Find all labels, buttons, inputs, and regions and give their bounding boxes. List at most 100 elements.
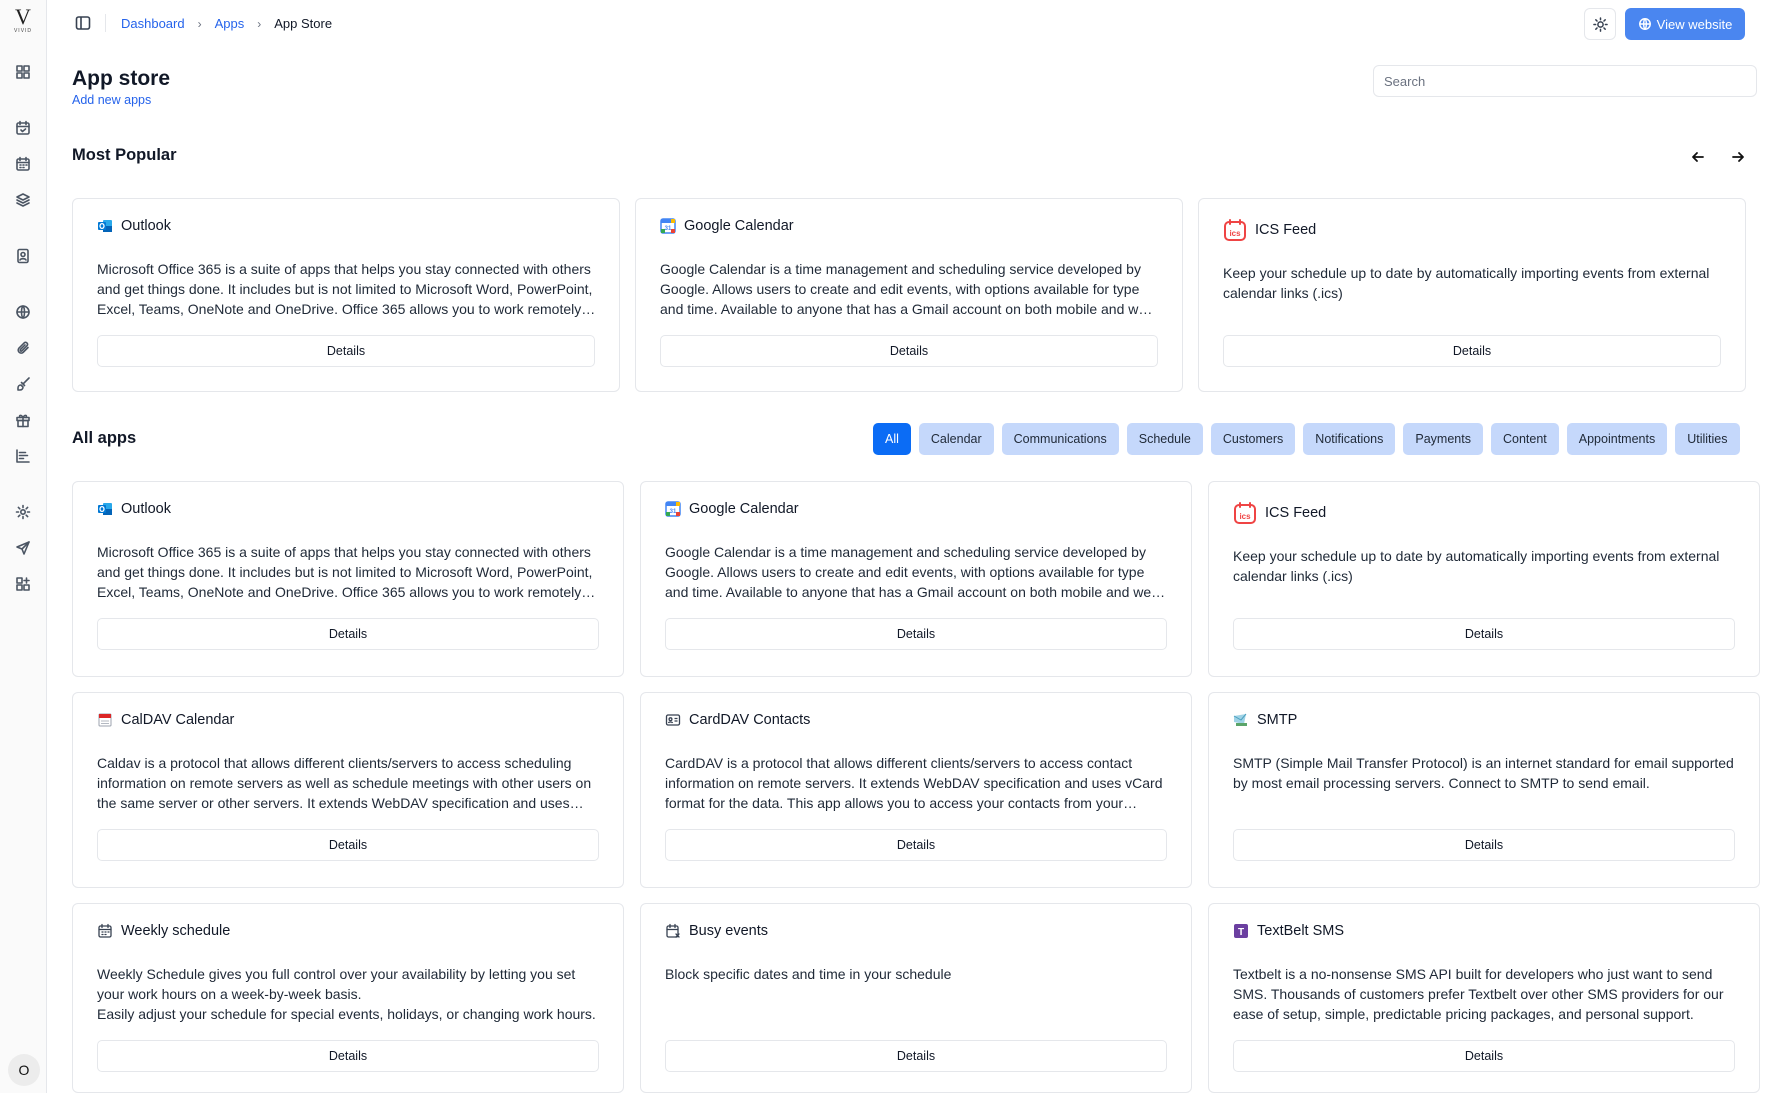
details-button[interactable]: Details xyxy=(1233,618,1735,650)
sidebar: V VIVID O xyxy=(0,0,47,1093)
app-name: ICS Feed xyxy=(1255,222,1317,238)
chart-bars-icon[interactable] xyxy=(14,447,32,465)
calendar-icon[interactable] xyxy=(14,155,32,173)
filter-chip-calendar[interactable]: Calendar xyxy=(918,423,994,455)
app-card-header: Outlook xyxy=(97,218,171,234)
app-name: CalDAV Calendar xyxy=(121,712,235,728)
app-description: Microsoft Office 365 is a suite of apps … xyxy=(97,544,593,600)
details-button[interactable]: Details xyxy=(665,1040,1167,1072)
page-title: App store xyxy=(72,67,171,90)
contact-book-icon[interactable] xyxy=(14,247,32,265)
details-button[interactable]: Details xyxy=(660,335,1158,367)
calendar-check-icon[interactable] xyxy=(14,119,32,137)
breadcrumb-dashboard[interactable]: Dashboard xyxy=(121,16,185,31)
sun-icon xyxy=(1592,16,1608,32)
app-description: Caldav is a protocol that allows differe… xyxy=(97,755,592,811)
app-name: CardDAV Contacts xyxy=(689,712,811,728)
send-icon[interactable] xyxy=(14,539,32,557)
theme-toggle-button[interactable] xyxy=(1584,8,1616,40)
settings-icon[interactable] xyxy=(14,503,32,521)
app-card[interactable]: T TextBelt SMS Textbelt is a no-nonsense S… xyxy=(1208,903,1760,1093)
svg-text:ics: ics xyxy=(1229,229,1241,238)
details-button[interactable]: Details xyxy=(665,829,1167,861)
globe-icon[interactable] xyxy=(14,303,32,321)
layers-icon[interactable] xyxy=(14,191,32,209)
paperclip-icon[interactable] xyxy=(14,339,32,357)
app-card[interactable]: 31 Google Calendar Google Calendar is a ti… xyxy=(640,481,1192,677)
app-description: Block specific dates and time in your sc… xyxy=(665,966,952,982)
app-description: Textbelt is a no-nonsense SMS API built … xyxy=(1233,966,1724,1022)
chevron-right-icon: › xyxy=(257,16,262,31)
arrow-left-icon[interactable] xyxy=(1688,147,1708,167)
app-name: Outlook xyxy=(121,501,171,517)
app-card[interactable]: Weekly schedule Weekly Schedule gives you… xyxy=(72,903,624,1093)
details-button[interactable]: Details xyxy=(1233,829,1735,861)
textbelt-icon: T xyxy=(1233,923,1249,939)
app-card[interactable]: CalDAV Calendar Caldav is a protocol that… xyxy=(72,692,624,888)
app-card[interactable]: ics ICS Feed Keep your schedule up to date… xyxy=(1208,481,1760,677)
apps-icon[interactable] xyxy=(14,575,32,593)
app-card[interactable]: Outlook Microsoft Office 365 is a suite o… xyxy=(72,198,620,392)
filter-chip-customers[interactable]: Customers xyxy=(1210,423,1296,455)
gift-icon[interactable] xyxy=(14,411,32,429)
app-card[interactable]: Busy events Block specific dates and time… xyxy=(640,903,1192,1093)
app-card[interactable]: 31 Google Calendar Google Calendar is a ti… xyxy=(635,198,1183,392)
app-card-header: SMTP xyxy=(1233,712,1297,728)
details-button[interactable]: Details xyxy=(97,1040,599,1072)
outlook-icon xyxy=(97,501,113,517)
app-card[interactable]: CardDAV Contacts CardDAV is a protocol th… xyxy=(640,692,1192,888)
app-card-header: T TextBelt SMS xyxy=(1233,923,1344,939)
details-button[interactable]: Details xyxy=(1223,335,1721,367)
google-calendar-icon: 31 xyxy=(660,218,676,234)
app-card[interactable]: Outlook Microsoft Office 365 is a suite o… xyxy=(72,481,624,677)
page-subtitle: Add new apps xyxy=(72,93,152,107)
outlook-icon xyxy=(97,218,113,234)
breadcrumb-apps[interactable]: Apps xyxy=(215,16,245,31)
app-name: ICS Feed xyxy=(1265,505,1327,521)
smtp-icon xyxy=(1233,712,1249,728)
details-button[interactable]: Details xyxy=(97,829,599,861)
search-input[interactable] xyxy=(1373,65,1757,97)
filter-chip-communications[interactable]: Communications xyxy=(1001,423,1119,455)
weekly-schedule-icon xyxy=(97,923,113,939)
details-button[interactable]: Details xyxy=(97,618,599,650)
chevron-right-icon: › xyxy=(197,16,202,31)
app-card-header: CardDAV Contacts xyxy=(665,712,810,728)
ics-feed-icon: ics xyxy=(1223,218,1247,242)
filter-chip-payments[interactable]: Payments xyxy=(1403,423,1483,455)
caldav-icon xyxy=(97,712,113,728)
most-popular-title: Most Popular xyxy=(72,146,177,164)
avatar[interactable]: O xyxy=(8,1054,40,1086)
sidebar-toggle-icon[interactable] xyxy=(75,15,91,31)
logo[interactable]: V VIVID xyxy=(10,6,36,38)
breadcrumb: Dashboard › Apps › App Store xyxy=(121,16,332,31)
details-button[interactable]: Details xyxy=(97,335,595,367)
filter-chip-schedule[interactable]: Schedule xyxy=(1126,423,1203,455)
app-card-header: 31 Google Calendar xyxy=(660,218,794,234)
app-description: Keep your schedule up to date by automat… xyxy=(1233,548,1720,584)
details-button[interactable]: Details xyxy=(1233,1040,1735,1072)
filter-chip-appointments[interactable]: Appointments xyxy=(1566,423,1668,455)
category-filters: All Calendar Communications Schedule Custome… xyxy=(873,423,1740,455)
app-name: Busy events xyxy=(689,923,768,939)
paintbrush-icon[interactable] xyxy=(14,375,32,393)
divider xyxy=(105,14,106,32)
arrow-right-icon[interactable] xyxy=(1728,147,1748,167)
app-name: Google Calendar xyxy=(689,501,799,517)
view-website-button[interactable]: View website xyxy=(1625,8,1745,40)
app-card[interactable]: ics ICS Feed Keep your schedule up to date… xyxy=(1198,198,1746,392)
filter-chip-utilities[interactable]: Utilities xyxy=(1675,423,1740,455)
filter-chip-content[interactable]: Content xyxy=(1490,423,1559,455)
filter-chip-all[interactable]: All xyxy=(873,423,911,455)
view-website-label: View website xyxy=(1656,16,1733,32)
dashboard-icon[interactable] xyxy=(14,63,32,81)
filter-chip-notifications[interactable]: Notifications xyxy=(1303,423,1396,455)
app-card-header: Busy events xyxy=(665,923,768,939)
app-description: Google Calendar is a time management and… xyxy=(665,544,1159,600)
details-button[interactable]: Details xyxy=(665,618,1167,650)
svg-text:ics: ics xyxy=(1239,512,1251,521)
app-card-header: Outlook xyxy=(97,501,171,517)
app-card[interactable]: SMTP SMTP (Simple Mail Transfer Protocol)… xyxy=(1208,692,1760,888)
app-description: Microsoft Office 365 is a suite of apps … xyxy=(97,261,593,317)
app-card-header: CalDAV Calendar xyxy=(97,712,234,728)
